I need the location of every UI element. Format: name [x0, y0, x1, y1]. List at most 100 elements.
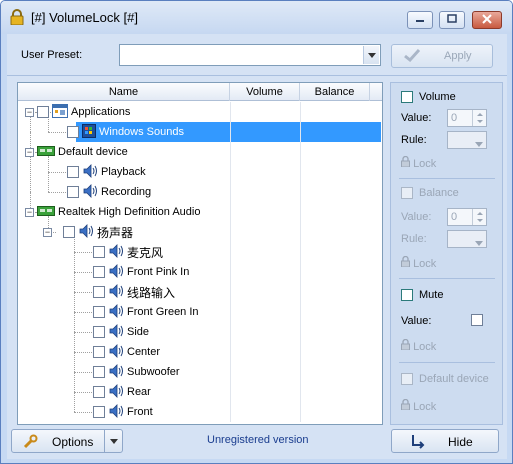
minimize-button[interactable]: [407, 11, 433, 29]
tree-row-front-pink-in[interactable]: Front Pink In: [18, 262, 382, 282]
registration-status: Unregistered version: [207, 434, 309, 446]
tree-row-label: Default device: [58, 146, 128, 158]
apply-button[interactable]: Apply: [391, 44, 493, 68]
spinner-arrows-icon[interactable]: [472, 209, 486, 225]
tree-row-microphone[interactable]: 麦克风: [18, 242, 382, 262]
tree-row-windows-sounds[interactable]: Windows Sounds: [18, 122, 382, 142]
row-checkbox[interactable]: [93, 246, 105, 258]
tree-row-label: Rear: [127, 386, 151, 398]
row-checkbox[interactable]: [67, 186, 79, 198]
row-checkbox[interactable]: [63, 226, 75, 238]
tree-row-front[interactable]: Front: [18, 402, 382, 422]
tree-row-subwoofer[interactable]: Subwoofer: [18, 362, 382, 382]
lock-icon: [401, 338, 410, 353]
collapse-toggle[interactable]: −: [25, 207, 34, 217]
volume-value: 0: [451, 112, 458, 124]
mute-checkbox[interactable]: [401, 289, 413, 301]
row-checkbox[interactable]: [67, 126, 79, 138]
row-checkbox[interactable]: [93, 286, 105, 298]
chevron-down-icon: [475, 138, 483, 150]
balance-lock-label: Lock: [413, 258, 437, 270]
default-lock-button[interactable]: Lock: [401, 398, 436, 413]
row-checkbox[interactable]: [67, 166, 79, 178]
column-balance[interactable]: Balance: [300, 83, 370, 101]
user-preset-label: User Preset:: [21, 49, 83, 61]
speaker-icon: [78, 223, 94, 242]
spinner-arrows-icon[interactable]: [472, 110, 486, 126]
balance-checkbox[interactable]: [401, 187, 413, 199]
tree-row-label: Subwoofer: [127, 366, 180, 378]
balance-rule-select[interactable]: [447, 230, 487, 248]
row-checkbox[interactable]: [93, 326, 105, 338]
speaker-icon: [108, 303, 124, 322]
tree-row-center[interactable]: Center: [18, 342, 382, 362]
tree-row-applications[interactable]: − Applications: [18, 102, 382, 122]
close-button[interactable]: [472, 11, 502, 29]
user-preset-select[interactable]: [119, 44, 381, 66]
tree-row-line-in[interactable]: 线路输入: [18, 282, 382, 302]
default-device-checkbox[interactable]: [401, 373, 413, 385]
row-checkbox[interactable]: [93, 386, 105, 398]
row-checkbox[interactable]: [93, 306, 105, 318]
tree-row-rear[interactable]: Rear: [18, 382, 382, 402]
mute-value-checkbox[interactable]: [471, 314, 483, 326]
balance-value: 0: [451, 211, 458, 223]
volume-rule-select[interactable]: [447, 131, 487, 149]
window-title: [#] VolumeLock [#]: [31, 10, 138, 25]
windows-icon: [82, 123, 96, 141]
tree-row-front-green-in[interactable]: Front Green In: [18, 302, 382, 322]
tree-row-speakers[interactable]: − 扬声器: [18, 222, 382, 242]
tree-row-label: 扬声器: [97, 225, 134, 240]
speaker-icon: [108, 383, 124, 402]
volume-value-label: Value:: [401, 112, 432, 124]
speaker-icon: [108, 283, 124, 302]
tree-row-label: Windows Sounds: [99, 126, 184, 138]
speaker-icon: [108, 343, 124, 362]
volume-checkbox[interactable]: [401, 91, 413, 103]
minimize-icon: [415, 14, 425, 26]
collapse-toggle[interactable]: −: [43, 227, 52, 237]
row-checkbox[interactable]: [93, 346, 105, 358]
options-button[interactable]: Options: [11, 429, 123, 453]
hide-button[interactable]: Hide: [391, 429, 499, 453]
maximize-button[interactable]: [439, 11, 465, 29]
collapse-toggle[interactable]: −: [25, 147, 34, 157]
device-card-icon: [37, 205, 55, 220]
balance-value-label: Value:: [401, 211, 432, 223]
title-bar: [#] VolumeLock [#]: [1, 1, 512, 34]
tree-row-side[interactable]: Side: [18, 322, 382, 342]
volume-value-spinner[interactable]: 0: [447, 109, 487, 127]
speaker-icon: [108, 403, 124, 422]
tree-row-label: Realtek High Definition Audio: [58, 206, 201, 218]
column-volume[interactable]: Volume: [230, 83, 300, 101]
app-window-icon: [52, 103, 68, 121]
column-name[interactable]: Name: [18, 83, 230, 101]
chevron-down-icon[interactable]: [363, 46, 379, 64]
tree-header: Name Volume Balance: [18, 83, 382, 101]
volume-label: Volume: [419, 91, 456, 103]
mute-lock-button[interactable]: Lock: [401, 338, 436, 353]
client-area: User Preset: Apply Name Volume Balance −…: [7, 34, 507, 459]
row-checkbox[interactable]: [93, 266, 105, 278]
row-checkbox[interactable]: [37, 106, 49, 118]
tree-row-label: Recording: [101, 186, 152, 198]
collapse-toggle[interactable]: −: [25, 107, 34, 117]
tree-row-label: 麦克风: [127, 245, 164, 260]
preset-bar: User Preset: Apply: [7, 34, 507, 76]
volume-lock-button[interactable]: Lock: [401, 155, 436, 170]
chevron-down-icon[interactable]: [104, 430, 122, 452]
tree-row-playback[interactable]: Playback: [18, 162, 382, 182]
balance-value-spinner[interactable]: 0: [447, 208, 487, 226]
tree-row-realtek[interactable]: − Realtek High Definition Audio: [18, 202, 382, 222]
lock-icon: [401, 155, 410, 170]
tree-row-default-device[interactable]: − Default device: [18, 142, 382, 162]
wrench-icon: [22, 434, 38, 453]
row-checkbox[interactable]: [93, 366, 105, 378]
app-window: [#] VolumeLock [#] User Preset: Apply Na…: [0, 0, 513, 464]
tree-row-recording[interactable]: Recording: [18, 182, 382, 202]
balance-lock-button[interactable]: Lock: [401, 255, 437, 270]
device-tree[interactable]: Name Volume Balance − Applications Windo…: [17, 82, 383, 425]
mute-label: Mute: [419, 289, 444, 301]
bottom-bar: Options Unregistered version Hide: [7, 429, 507, 459]
row-checkbox[interactable]: [93, 406, 105, 418]
